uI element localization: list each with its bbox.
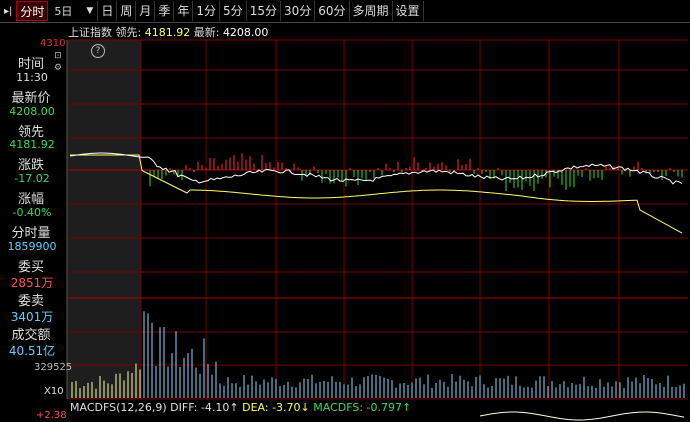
- intraday-chart[interactable]: [0, 0, 690, 422]
- ask-value: 3401万: [10, 310, 54, 324]
- volume-multiplier: X10: [44, 386, 64, 397]
- help-icon[interactable]: ?: [91, 44, 105, 58]
- lead-side-value: 4181.92: [9, 138, 55, 151]
- latest-price-label: 最新价: [11, 91, 51, 106]
- macd-title: MACDFS(12,26,9): [70, 401, 167, 414]
- volume-value: 1859900: [7, 240, 57, 253]
- dea-label: DEA:: [242, 401, 269, 414]
- ask-label: 委卖: [17, 294, 44, 309]
- macd-line: [479, 411, 685, 421]
- diff-label: DIFF:: [170, 401, 198, 414]
- change-value: -17.02: [14, 172, 50, 185]
- time-value: 11:30: [16, 71, 48, 84]
- volume-bars: [71, 311, 685, 398]
- amount-value: 40.51亿: [8, 344, 56, 358]
- volume-label: 分时量: [11, 226, 51, 241]
- change-label: 涨跌: [17, 158, 44, 173]
- change-pct-label: 涨幅: [17, 192, 44, 207]
- average-price-line: [70, 154, 683, 234]
- bid-label: 委买: [17, 260, 44, 275]
- macdfs-label: MACDFS:: [313, 401, 364, 414]
- macd-scale-label: +2.38: [36, 410, 67, 421]
- premarket-shade: [67, 40, 141, 399]
- time-label: 时间: [17, 57, 44, 72]
- diff-value: -4.10↑: [200, 401, 239, 414]
- macd-info-bar: MACDFS(12,26,9) DIFF: -4.10↑ DEA: -3.70↓…: [70, 401, 411, 414]
- amount-label: 成交额: [11, 328, 51, 343]
- dea-value: -3.70↓: [272, 401, 310, 414]
- bid-value: 2851万: [10, 276, 54, 290]
- latest-price-value: 4208.00: [9, 105, 55, 118]
- macdfs-value: -0.797↑: [366, 401, 412, 414]
- volume-scale-label: 329525: [34, 362, 73, 373]
- change-pct-value: -0.40%: [12, 206, 52, 219]
